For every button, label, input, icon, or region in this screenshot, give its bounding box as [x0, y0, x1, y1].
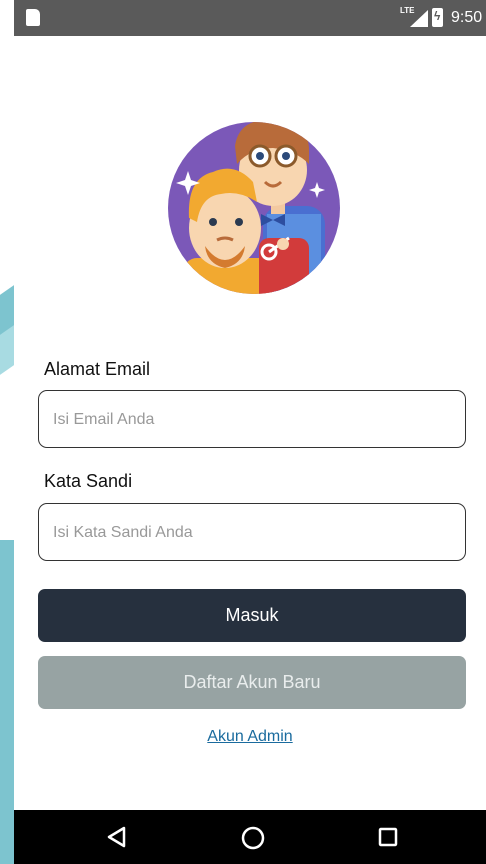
admin-account-link[interactable]: Akun Admin — [0, 728, 486, 746]
password-field[interactable] — [38, 503, 466, 562]
navigation-bar — [14, 810, 486, 864]
signal-icon — [410, 10, 428, 27]
admin-link-label[interactable]: Akun Admin — [205, 728, 294, 745]
decor-stripe — [0, 325, 14, 375]
back-icon[interactable] — [106, 826, 126, 848]
register-button[interactable]: Daftar Akun Baru — [38, 656, 466, 709]
status-time: 9:50 — [451, 9, 483, 26]
email-input[interactable] — [51, 391, 455, 449]
email-field[interactable] — [38, 390, 466, 449]
password-label: Kata Sandi — [44, 471, 133, 491]
password-input[interactable] — [51, 504, 455, 562]
login-button[interactable]: Masuk — [38, 589, 466, 642]
recents-icon[interactable] — [378, 827, 398, 847]
decor-stripe — [0, 540, 14, 864]
barbershop-logo — [168, 122, 340, 294]
battery-charging-icon — [432, 8, 443, 27]
status-bar: LTE 9:50 — [14, 0, 486, 36]
home-icon[interactable] — [241, 826, 265, 850]
email-label: Alamat Email — [44, 359, 151, 379]
sd-card-icon — [26, 9, 40, 26]
